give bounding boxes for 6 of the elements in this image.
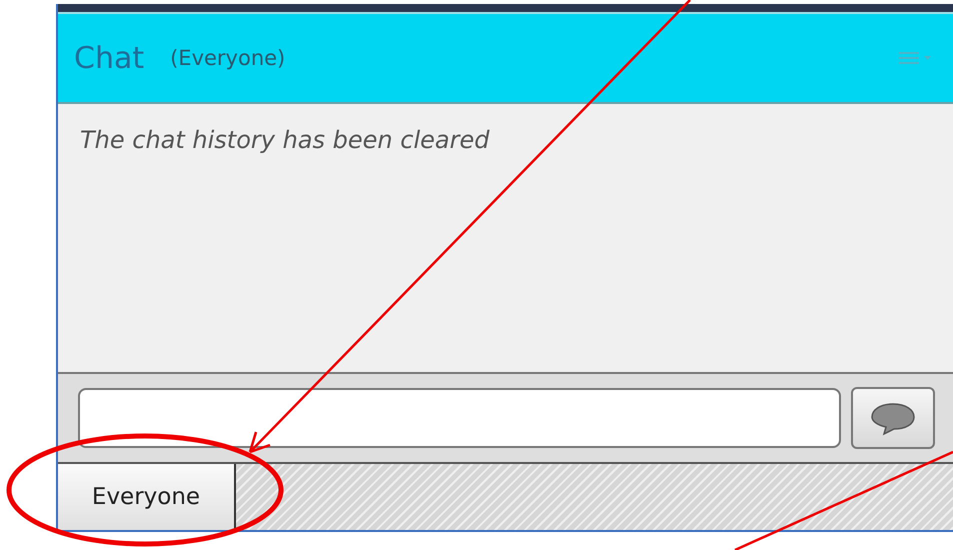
system-message: The chat history has been cleared — [80, 126, 490, 154]
message-input-field[interactable] — [78, 388, 841, 448]
chat-tab[interactable]: Everyone — [58, 464, 236, 530]
panel-title: Chat — [74, 40, 144, 76]
audience-label: (Everyone) — [170, 46, 286, 70]
send-button[interactable] — [851, 387, 935, 449]
